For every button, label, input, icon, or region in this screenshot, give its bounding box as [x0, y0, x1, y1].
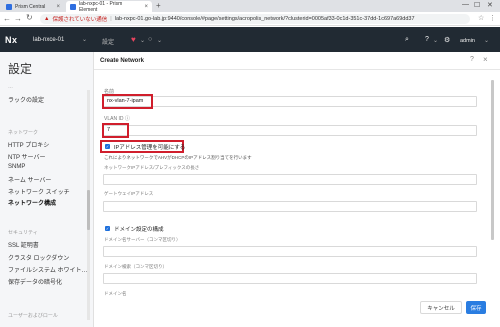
window-close-icon[interactable]: ✕ [487, 1, 493, 9]
health-heart-icon[interactable]: ♥ [131, 35, 136, 44]
domain-checkbox-label[interactable]: ドメイン設定の構成 [114, 225, 164, 233]
sidebar-item-network-config[interactable]: ネットワーク構成 [8, 198, 56, 207]
dialog-scrollbar[interactable] [491, 80, 494, 240]
dns-label: ドメイン名サーバー（コンマ区切り） [104, 237, 181, 242]
domain-name-label: ドメイン名 [104, 291, 127, 296]
back-icon[interactable]: ← [3, 14, 11, 23]
cluster-name: lab-nxce-01 [33, 37, 65, 43]
name-field[interactable] [103, 96, 477, 107]
security-warning: 保護されていない通信 [52, 17, 108, 23]
name-value: nx-vlan-7-ipam [107, 98, 144, 104]
sidebar-item-lockdown[interactable]: クラスタ ロックダウン [8, 253, 69, 262]
help-circle-icon[interactable]: ? [470, 56, 474, 63]
sidebar-item-rack[interactable]: ラックの設定 [8, 95, 44, 104]
vlan-field[interactable] [103, 125, 477, 136]
tab-prism-element[interactable]: lab-nxpc-01 - Prism Element × [66, 0, 152, 13]
sidebar-item-fs-whitelist[interactable]: ファイルシステム ホワイト… [8, 265, 88, 274]
sidebar-section-network: ネットワーク [8, 130, 39, 136]
sidebar-section-users: ユーザーおよびロール [8, 313, 58, 319]
prism-favicon-icon [70, 3, 76, 10]
dns-field[interactable] [103, 246, 477, 257]
forward-icon[interactable]: → [14, 14, 22, 23]
new-tab-button[interactable]: + [156, 1, 161, 10]
user-menu[interactable]: admin [460, 38, 475, 44]
tab-label: lab-nxpc-01 - Prism Element [78, 0, 123, 13]
help-icon[interactable]: ? [425, 36, 429, 43]
gateway-label: ゲートウェイIPアドレス [104, 191, 154, 196]
tab-label: Prism Central [15, 3, 46, 10]
cancel-button[interactable]: キャンセル [420, 301, 462, 314]
sidebar-section-cut: … [8, 84, 13, 90]
sidebar-item-network-switch[interactable]: ネットワーク スイッチ [8, 187, 70, 196]
ipam-checkbox-label[interactable]: IPアドレス管理を可能にする [114, 143, 185, 151]
url-field[interactable]: ▲ 保護されていない通信 | lab-nxpc-01.go-lab.jp:944… [40, 14, 470, 24]
maximize-icon[interactable]: ☐ [474, 1, 480, 9]
gear-icon[interactable]: ⚙ [444, 36, 450, 44]
save-button[interactable]: 保存 [466, 301, 486, 314]
browser-menu-icon[interactable]: ⋮ [489, 14, 496, 22]
search-domain-label: ドメイン検索（コンマ区切り） [104, 264, 167, 269]
sidebar-scroll-thumb[interactable] [87, 190, 90, 230]
sidebar-item-snmp[interactable]: SNMP [8, 164, 25, 170]
chevron-down-icon[interactable]: ⌄ [433, 37, 438, 44]
sidebar-item-ntp[interactable]: NTP サーバー [8, 152, 46, 161]
ipam-note: これによりネットワークでAHVがDHCPのIPアドレス割り当てを行います [104, 155, 252, 160]
url-text: lab-nxpc-01.go-lab.jp:9440/console/#page… [114, 16, 415, 22]
nutanix-logo[interactable]: Nx [5, 35, 18, 45]
chevron-down-icon[interactable]: ⌄ [484, 37, 489, 44]
header-settings-label[interactable]: 設定 [102, 37, 114, 46]
network-ip-label: ネットワークIPアドレス/プレフィックスの長さ [104, 165, 200, 170]
domain-checkbox[interactable]: ✓ [105, 226, 110, 231]
bookmark-star-icon[interactable]: ☆ [478, 14, 484, 22]
gateway-field[interactable] [103, 201, 477, 212]
close-dialog-icon[interactable]: × [483, 55, 488, 64]
page-title: 設定 [8, 62, 33, 76]
chevron-down-icon[interactable]: ⌄ [140, 37, 145, 44]
sidebar-item-encryption[interactable]: 保存データの暗号化 [8, 277, 62, 286]
dialog-title: Create Network [100, 58, 145, 64]
sidebar-section-security: セキュリティ [8, 230, 38, 236]
sidebar-item-http-proxy[interactable]: HTTP プロキシ [8, 140, 49, 149]
sidebar-item-name-server[interactable]: ネーム サーバー [8, 175, 51, 184]
vlan-label: VLAN ID ⓘ [104, 116, 130, 122]
alert-circle-icon[interactable]: ○ [148, 36, 152, 43]
search-icon[interactable]: ⌕ [405, 36, 409, 44]
vlan-value: 7 [107, 127, 111, 133]
ipam-checkbox[interactable]: ✓ [105, 144, 110, 149]
warning-icon: ▲ [44, 16, 50, 22]
create-network-dialog [94, 52, 500, 327]
search-domain-field[interactable] [103, 273, 477, 284]
dialog-header [94, 52, 500, 70]
prism-favicon-icon [6, 3, 12, 10]
network-ip-field[interactable] [103, 174, 477, 185]
reload-icon[interactable]: ↻ [26, 13, 33, 22]
close-tab-icon[interactable]: × [56, 4, 60, 10]
minimize-icon[interactable]: — [462, 1, 469, 8]
chevron-down-icon[interactable]: ⌄ [82, 36, 87, 43]
sidebar-item-ssl[interactable]: SSL 証明書 [8, 240, 39, 249]
chevron-down-icon[interactable]: ⌄ [157, 37, 162, 44]
tab-prism-central[interactable]: Prism Central × [2, 1, 64, 12]
close-tab-icon[interactable]: × [144, 4, 148, 10]
